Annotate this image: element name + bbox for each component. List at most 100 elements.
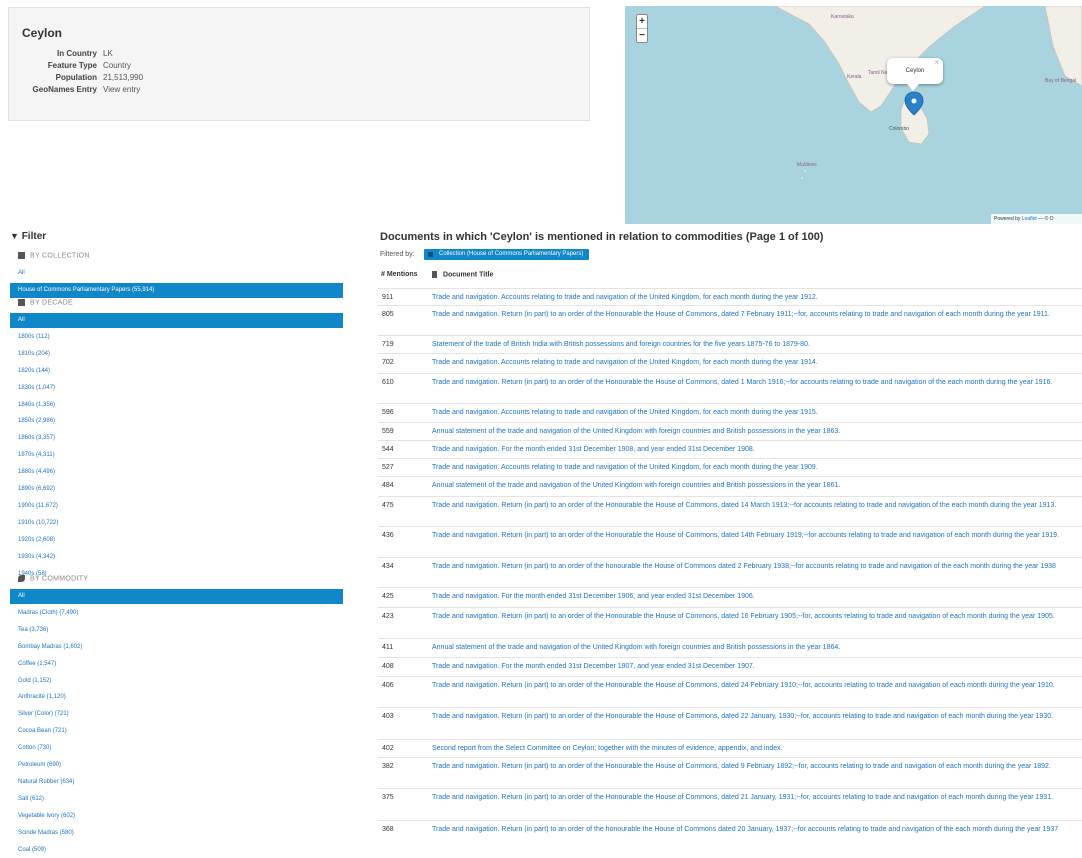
filter-item-decade[interactable]: 1830s (1,047): [10, 381, 343, 396]
row-mention-count: 406: [382, 682, 394, 689]
filter-item-collection[interactable]: House of Commons Parliamentary Papers (5…: [10, 282, 343, 298]
zoom-in-button[interactable]: +: [637, 15, 647, 28]
row-document-link[interactable]: Trade and navigation. Return (in part) t…: [432, 377, 1080, 388]
row-divider: [378, 440, 1082, 441]
row-divider: [378, 422, 1082, 423]
row-mention-count: 368: [382, 826, 394, 833]
filter-item-commodity[interactable]: Natural Rubber (634): [10, 775, 343, 790]
filter-item-commodity[interactable]: Scinde Madras (580): [10, 826, 343, 841]
filter-item-commodity[interactable]: Madras (Cloth) (7,490): [10, 606, 343, 621]
filter-item-decade[interactable]: All: [10, 313, 343, 328]
filter-item-commodity[interactable]: Petroleum (690): [10, 758, 343, 773]
filter-item-decade[interactable]: 1900s (11,672): [10, 499, 343, 514]
row-divider: [378, 757, 1082, 758]
row-document-link[interactable]: Trade and navigation. Accounts relating …: [432, 462, 1080, 473]
filter-item-commodity[interactable]: Cotton (730): [10, 741, 343, 756]
place-field-label: In Country: [57, 49, 97, 58]
filter-item-decade[interactable]: 1840s (1,356): [10, 398, 343, 413]
row-document-link[interactable]: Trade and navigation. Accounts relating …: [432, 357, 1080, 368]
filter-item-commodity[interactable]: Coffee (1,547): [10, 657, 343, 672]
row-divider: [378, 557, 1082, 558]
map-label-colombo: Colombo: [889, 126, 909, 132]
row-document-link[interactable]: Trade and navigation. Return (in part) t…: [432, 611, 1080, 622]
popup-close-icon[interactable]: ×: [934, 50, 939, 76]
filter-heading: ▼ Filter: [10, 231, 46, 242]
row-document-link[interactable]: Trade and navigation. Return (in part) t…: [432, 500, 1080, 511]
filter-item-commodity[interactable]: Vegetable Ivory (602): [10, 809, 343, 824]
row-document-link[interactable]: Trade and navigation. Return (in part) t…: [432, 309, 1080, 320]
row-mention-count: 436: [382, 532, 394, 539]
filter-item-decade[interactable]: 1920s (2,608): [10, 533, 343, 548]
row-divider: [378, 305, 1082, 306]
popup-tip: [907, 84, 919, 91]
row-divider: [378, 373, 1082, 374]
row-mention-count: 719: [382, 341, 394, 348]
geonames-link[interactable]: View entry: [97, 84, 140, 96]
row-document-link[interactable]: Trade and navigation. For the month ende…: [432, 661, 1080, 672]
place-field-label: GeoNames Entry: [32, 85, 97, 94]
row-mention-count: 911: [382, 294, 394, 301]
filter-item-decade[interactable]: 1890s (6,692): [10, 482, 343, 497]
maldives-island: [801, 177, 803, 179]
filter-heading-label: Filter: [21, 231, 47, 242]
col-title-header[interactable]: Document Title: [432, 271, 493, 278]
filter-item-commodity[interactable]: Salt (612): [10, 792, 343, 807]
row-document-link[interactable]: Trade and navigation. Return (in part) t…: [432, 761, 1080, 772]
filter-item-decade[interactable]: 1860s (3,357): [10, 431, 343, 446]
filter-item-decade[interactable]: 1870s (4,311): [10, 448, 343, 463]
row-mention-count: 382: [382, 763, 394, 770]
row-mention-count: 434: [382, 563, 394, 570]
zoom-out-button[interactable]: −: [637, 28, 647, 42]
filter-item-commodity[interactable]: Coal (509): [10, 843, 343, 858]
map-view[interactable]: Karnataka Tamil Nadu Kerala Colombo Mald…: [625, 6, 1082, 224]
filter-item-decade[interactable]: 1800s (112): [10, 330, 343, 345]
filter-item-commodity[interactable]: Tea (3,736): [10, 623, 343, 638]
active-filter-tag[interactable]: Collection (House of Commons Parliamenta…: [424, 249, 590, 260]
row-mention-count: 544: [382, 446, 394, 453]
row-document-link[interactable]: Trade and navigation. Return (in part) t…: [432, 792, 1080, 803]
filter-item-decade[interactable]: 1910s (10,722): [10, 516, 343, 531]
leaf-icon: [18, 575, 25, 582]
filter-item-commodity[interactable]: All: [10, 589, 343, 604]
filter-item-commodity[interactable]: Silver (Color) (721): [10, 707, 343, 722]
row-document-link[interactable]: Trade and navigation. Return (in part) t…: [432, 824, 1080, 835]
filter-item-decade[interactable]: 1810s (204): [10, 347, 343, 362]
row-document-link[interactable]: Trade and navigation. For the month ende…: [432, 591, 1080, 602]
filter-item-decade[interactable]: 1930s (4,342): [10, 550, 343, 565]
active-filter-label: Collection (House of Commons Parliamenta…: [439, 251, 584, 257]
place-title: Ceylon: [22, 26, 63, 40]
funnel-icon: ▼: [10, 231, 19, 241]
row-divider: [378, 288, 1082, 289]
place-field-value: Country: [103, 61, 132, 70]
place-field-row: Population 21,513,990: [9, 72, 143, 84]
row-document-link[interactable]: Trade and navigation. Return (in part) t…: [432, 711, 1080, 722]
row-document-link[interactable]: Statement of the trade of British India …: [432, 339, 1080, 350]
filter-group-label: BY COMMODITY: [30, 575, 89, 583]
leaflet-link[interactable]: Leaflet: [1022, 216, 1037, 222]
map-label-bay: Bay of Bengal: [1045, 78, 1076, 84]
row-document-link[interactable]: Trade and navigation. Return (in part) t…: [432, 680, 1080, 691]
filter-item-collection[interactable]: All: [10, 266, 343, 281]
filter-item-commodity[interactable]: Bombay Madras (1,602): [10, 640, 343, 655]
row-document-link[interactable]: Annual statement of the trade and naviga…: [432, 480, 1080, 491]
row-document-link[interactable]: Trade and navigation. Return (in part) t…: [432, 530, 1080, 541]
grid-icon: [428, 252, 433, 257]
row-document-link[interactable]: Trade and navigation. Return (in part) t…: [432, 561, 1080, 572]
filter-item-decade[interactable]: 1880s (4,496): [10, 465, 343, 480]
filter-item-decade[interactable]: 1820s (144): [10, 364, 343, 379]
row-document-link[interactable]: Trade and navigation. Accounts relating …: [432, 292, 1080, 303]
filter-item-commodity[interactable]: Anthracite (1,120): [10, 690, 343, 705]
row-document-link[interactable]: Annual statement of the trade and naviga…: [432, 642, 1080, 653]
row-document-link[interactable]: Annual statement of the trade and naviga…: [432, 426, 1080, 437]
filter-item-commodity[interactable]: Gold (1,152): [10, 674, 343, 689]
place-field-row: Feature Type Country: [9, 60, 143, 72]
row-document-link[interactable]: Trade and navigation. For the month ende…: [432, 444, 1080, 455]
filter-item-decade[interactable]: 1850s (2,986): [10, 414, 343, 429]
filter-item-commodity[interactable]: Cocoa Bean (721): [10, 724, 343, 739]
col-mentions-header[interactable]: # Mentions: [381, 271, 418, 278]
row-document-link[interactable]: Second report from the Select Committee …: [432, 743, 1080, 754]
attribution-suffix: — © O: [1038, 216, 1054, 222]
map-tiles: Karnataka Tamil Nadu Kerala Colombo Mald…: [625, 6, 1082, 224]
row-divider: [378, 607, 1082, 608]
row-document-link[interactable]: Trade and navigation. Accounts relating …: [432, 407, 1080, 418]
